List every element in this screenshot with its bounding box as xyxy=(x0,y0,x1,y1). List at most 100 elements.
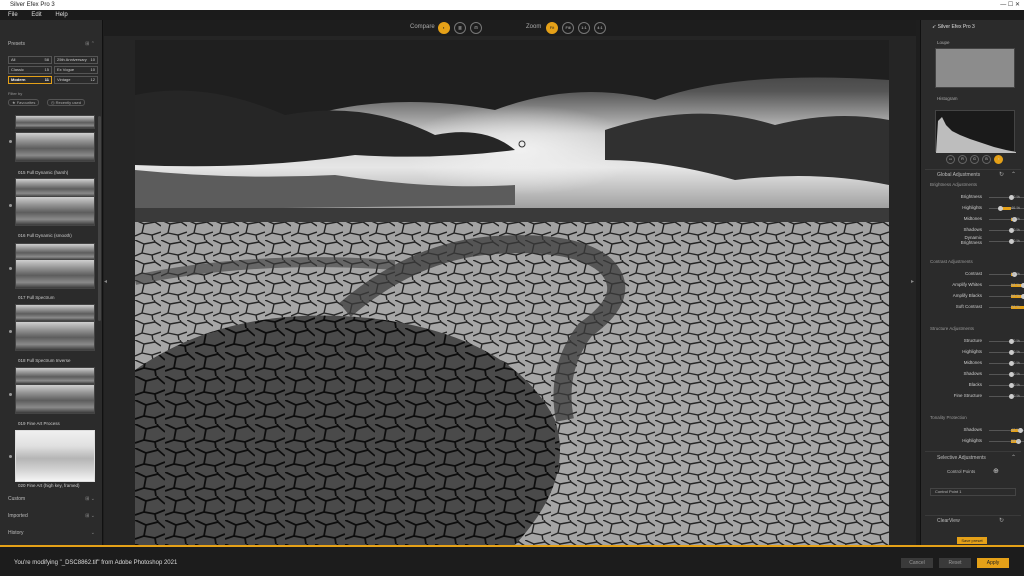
add-control-point-icon[interactable]: ⊕ xyxy=(993,467,999,475)
preset-thumbnail[interactable] xyxy=(15,259,95,289)
compare-split-icon[interactable]: ▥ xyxy=(454,22,466,34)
menu-file[interactable]: File xyxy=(8,12,18,18)
presets-header[interactable]: Presets ⊞ ⌃ xyxy=(0,39,103,49)
cancel-button[interactable]: Cancel xyxy=(901,558,933,568)
compare-side-icon[interactable]: ⊟ xyxy=(470,22,482,34)
histogram-g-button[interactable]: G xyxy=(970,155,979,164)
slider-structure[interactable]: Shadows 0 % xyxy=(925,370,1024,380)
slider-value: 0 % xyxy=(1013,382,1020,387)
preset-label: 017 Full Spectrum xyxy=(18,295,55,300)
collapse-right-icon[interactable]: ▸ xyxy=(911,278,914,285)
chevron-up-icon[interactable]: ⌃ xyxy=(1011,171,1016,178)
compare-label: Compare xyxy=(410,24,435,30)
preset-thumbnail[interactable] xyxy=(15,178,95,198)
category-ex-vogue[interactable]: Ex Vogue 10 xyxy=(54,66,98,74)
menu-bar: File Edit Help xyxy=(0,10,1024,20)
slider-structure[interactable]: Structure 0 % xyxy=(925,337,1024,347)
slider-tonality[interactable]: Highlights 35 % xyxy=(925,437,1024,447)
reset-icon[interactable]: ↻ xyxy=(999,517,1004,524)
zoom-1-1-button[interactable]: 1:1 xyxy=(578,22,590,34)
category-label: 25th Anniversary xyxy=(57,57,87,62)
slider-brightness[interactable]: Dynamic Brightness 0 % xyxy=(925,235,1024,247)
preset-thumbnail-selected[interactable] xyxy=(15,430,95,482)
control-point-label: Control Point 1 xyxy=(935,489,962,494)
slider-contrast[interactable]: Soft Contrast 78 % xyxy=(925,303,1024,313)
preset-dot-icon xyxy=(9,140,12,143)
zoom-4-1-button[interactable]: 4:1 xyxy=(594,22,606,34)
compare-single-icon[interactable]: ◐ xyxy=(438,22,450,34)
slider-structure[interactable]: Highlights 0 % xyxy=(925,348,1024,358)
divider xyxy=(925,451,1021,452)
histogram-label: Histogram xyxy=(937,96,958,101)
clearview-title[interactable]: ClearView xyxy=(937,518,960,524)
slider-value: 35 % xyxy=(1010,438,1020,443)
slider-tonality[interactable]: Shadows 42 % xyxy=(925,426,1024,436)
global-adjustments-title[interactable]: Global Adjustments xyxy=(937,172,980,178)
slider-contrast[interactable]: Amplify Whites 58 % xyxy=(925,281,1024,291)
preset-thumbnail[interactable] xyxy=(15,115,95,129)
zoom-fit-button[interactable]: Fit xyxy=(546,22,558,34)
preset-thumbnail[interactable] xyxy=(15,321,95,351)
preset-thumbnail[interactable] xyxy=(15,132,95,162)
window-controls[interactable]: — ☐ ✕ xyxy=(1000,0,1020,10)
collapse-left-icon[interactable]: ◂ xyxy=(104,278,107,285)
preset-thumbnail[interactable] xyxy=(15,196,95,226)
status-message: You're modifying "_DSC8862.tif" from Ado… xyxy=(14,560,178,566)
save-preset-button[interactable]: Save preset xyxy=(957,537,987,544)
slider-label: Amplify Whites xyxy=(952,282,982,287)
slider-knob[interactable] xyxy=(998,206,1004,211)
loupe-preview[interactable] xyxy=(935,48,1015,88)
slider-structure[interactable]: Midtones 0 % xyxy=(925,359,1024,369)
category-classic[interactable]: Classic 15 xyxy=(8,66,52,74)
window-title: Silver Efex Pro 3 xyxy=(10,2,55,8)
slider-brightness[interactable]: Highlights -46 % xyxy=(925,204,1024,214)
filter-favourites-button[interactable]: ★ Favourites xyxy=(8,99,40,106)
category-25th-anniversary[interactable]: 25th Anniversary 10 xyxy=(54,56,98,64)
slider-contrast[interactable]: Amplify Blacks 56 % xyxy=(925,292,1024,302)
reset-button[interactable]: Reset xyxy=(939,558,971,568)
slider-brightness[interactable]: Midtones 18 % xyxy=(925,215,1024,225)
slider-value: 18 % xyxy=(1010,216,1020,221)
apply-button[interactable]: Apply xyxy=(977,558,1009,568)
histogram-lum-button[interactable]: ▭ xyxy=(946,155,955,164)
menu-help[interactable]: Help xyxy=(55,12,67,18)
category-all[interactable]: All 58 xyxy=(8,56,52,64)
chevron-up-icon[interactable]: ⌃ xyxy=(1011,454,1016,461)
slider-label: Shadows xyxy=(963,427,982,432)
reset-icon[interactable]: ↻ xyxy=(999,171,1004,178)
presets-title: Presets xyxy=(8,41,25,47)
histogram-b-button[interactable]: B xyxy=(982,155,991,164)
control-point-item[interactable]: Control Point 1 xyxy=(930,488,1016,496)
preset-thumbnail[interactable] xyxy=(15,384,95,414)
presets-menu-icon[interactable]: ⊞ ⌃ xyxy=(85,39,95,49)
category-vintage[interactable]: Vintage 12 xyxy=(54,76,98,84)
histogram-svg xyxy=(936,117,1016,153)
history-section-header[interactable]: History ⌄ xyxy=(0,528,103,538)
preset-dot-icon xyxy=(9,267,12,270)
preset-label: 018 Full Spectrum Inverse xyxy=(18,358,71,363)
preset-thumbnail[interactable] xyxy=(15,304,95,322)
slider-contrast[interactable]: Contrast 14 % xyxy=(925,270,1024,280)
custom-section-header[interactable]: Custom ⊞ ⌄ xyxy=(0,494,103,504)
zoom-fill-button[interactable]: Fill xyxy=(562,22,574,34)
slider-value: 0 % xyxy=(1013,338,1020,343)
slider-structure[interactable]: Fine Structure 0 % xyxy=(925,392,1024,402)
photo-svg xyxy=(135,40,889,545)
status-bar: You're modifying "_DSC8862.tif" from Ado… xyxy=(0,545,1024,576)
preset-thumbnail[interactable] xyxy=(15,367,95,385)
presets-scrollbar[interactable] xyxy=(98,116,101,321)
menu-edit[interactable]: Edit xyxy=(31,12,41,18)
preset-label: 020 Fine Art (high key, framed) xyxy=(18,483,80,488)
slider-value: 0 % xyxy=(1013,194,1020,199)
slider-structure[interactable]: Blacks 0 % xyxy=(925,381,1024,391)
histogram-r-button[interactable]: R xyxy=(958,155,967,164)
category-count: 58 xyxy=(44,57,49,62)
category-modern[interactable]: Modern 11 xyxy=(8,76,52,84)
histogram-zone-button[interactable]: ◑ xyxy=(994,155,1003,164)
imported-section-header[interactable]: Imported ⊞ ⌄ xyxy=(0,511,103,521)
selective-adjustments-title[interactable]: Selective Adjustments xyxy=(937,455,986,461)
divider xyxy=(925,515,1021,516)
slider-brightness[interactable]: Brightness 0 % xyxy=(925,193,1024,203)
filter-recently-used-button[interactable]: ◷ Recently used xyxy=(47,99,85,106)
preview-image[interactable] xyxy=(135,40,889,545)
